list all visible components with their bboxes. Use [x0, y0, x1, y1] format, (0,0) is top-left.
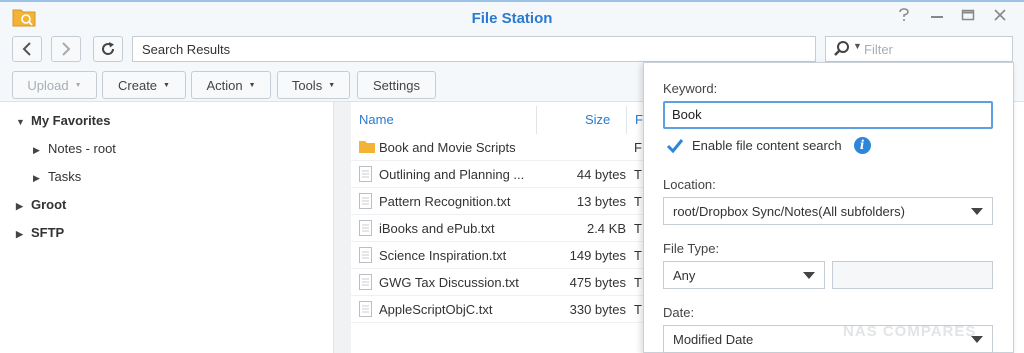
file-icon [359, 247, 372, 266]
sidebar: ▼ My Favorites ▶ Notes - root ▶ Tasks ▶ Groo… [0, 102, 333, 353]
close-icon[interactable] [989, 8, 1011, 28]
search-icon [834, 41, 849, 56]
sidebar-item-label: Groot [31, 197, 67, 212]
table-row[interactable]: Outlining and Planning ... 44 bytes T [351, 161, 643, 188]
upload-button[interactable]: Upload ▼ [12, 71, 97, 99]
file-name: Outlining and Planning ... [379, 167, 525, 182]
action-button[interactable]: Action ▼ [191, 71, 271, 99]
file-size: 13 bytes [576, 194, 626, 209]
sidebar-item-sftp[interactable]: ▶ SFTP [16, 225, 64, 240]
chevron-down-icon[interactable]: ▼ [853, 41, 862, 51]
column-header-type[interactable]: F [635, 106, 643, 134]
checkbox-checked-icon[interactable] [666, 138, 684, 154]
file-size: 2.4 KB [586, 221, 626, 236]
watermark: NAS COMPARES [843, 323, 977, 340]
sidebar-item-label: SFTP [31, 225, 65, 240]
tools-button[interactable]: Tools ▼ [277, 71, 350, 99]
table-row[interactable]: GWG Tax Discussion.txt 475 bytes T [351, 269, 643, 296]
minimize-icon[interactable] [926, 8, 948, 28]
sidebar-item-label: My Favorites [31, 113, 111, 128]
file-icon [359, 274, 372, 293]
chevron-down-icon: ▼ [163, 81, 170, 89]
sidebar-item-notes-root[interactable]: ▶ Notes - root [33, 141, 116, 156]
back-button[interactable] [12, 36, 42, 62]
file-icon [359, 220, 372, 239]
table-row[interactable]: Science Inspiration.txt 149 bytes T [351, 242, 643, 269]
column-header-name[interactable]: Name [359, 106, 394, 134]
window-title: File Station [471, 10, 553, 27]
chevron-left-icon [22, 42, 31, 56]
caret-right-icon: ▶ [16, 229, 23, 239]
file-size: 330 bytes [569, 302, 626, 317]
file-name: Pattern Recognition.txt [379, 194, 511, 209]
date-value: Modified Date [673, 332, 754, 347]
column-header-size[interactable]: Size [585, 106, 610, 134]
refresh-button[interactable] [93, 36, 123, 62]
action-label: Action [206, 77, 243, 93]
settings-label: Settings [373, 77, 420, 93]
forward-button[interactable] [51, 36, 81, 62]
sidebar-item-label: Tasks [48, 169, 82, 184]
file-name: Book and Movie Scripts [379, 140, 516, 155]
caret-down-icon: ▼ [16, 117, 25, 127]
file-name: Science Inspiration.txt [379, 248, 507, 263]
content-search-label: Enable file content search [692, 138, 842, 153]
column-divider [626, 106, 627, 134]
chevron-down-icon: ▼ [74, 81, 82, 89]
caret-right-icon: ▶ [33, 173, 40, 183]
sidebar-item-groot[interactable]: ▶ Groot [16, 197, 66, 212]
file-type-label: File Type: [663, 241, 720, 256]
keyword-label: Keyword: [663, 81, 718, 96]
splitter[interactable] [333, 102, 351, 353]
table-row[interactable]: Book and Movie Scripts F [351, 134, 643, 161]
file-type-select[interactable]: Any [663, 261, 825, 289]
table-row[interactable]: Pattern Recognition.txt 13 bytes T [351, 188, 643, 215]
file-icon [359, 166, 372, 185]
filter-placeholder: Filter [864, 42, 893, 57]
dropdown-arrow-icon [971, 208, 983, 215]
create-label: Create [118, 77, 158, 93]
upload-label: Upload [27, 77, 69, 93]
file-name: AppleScriptObjC.txt [379, 302, 493, 317]
file-name: iBooks and ePub.txt [379, 221, 495, 236]
table-row[interactable]: AppleScriptObjC.txt 330 bytes T [351, 296, 643, 323]
chevron-right-icon [62, 42, 71, 56]
advanced-search-panel: Keyword: Book Enable file content search… [643, 62, 1014, 353]
keyword-input[interactable]: Book [663, 101, 993, 129]
date-label: Date: [663, 305, 695, 320]
chevron-down-icon: ▼ [328, 81, 336, 89]
location-label: Location: [663, 177, 716, 192]
maximize-icon[interactable] [957, 8, 979, 28]
sidebar-item-tasks[interactable]: ▶ Tasks [33, 169, 81, 184]
dropdown-arrow-icon [803, 272, 815, 279]
info-icon[interactable]: i [853, 137, 871, 154]
tools-label: Tools [291, 77, 323, 93]
table-row[interactable]: iBooks and ePub.txt 2.4 KB T [351, 215, 643, 242]
filter-search-box[interactable]: ▼ Filter [825, 36, 1013, 62]
help-icon[interactable] [893, 8, 915, 28]
sidebar-item-label: Notes - root [48, 141, 116, 156]
path-field[interactable]: Search Results [132, 36, 816, 62]
column-divider [536, 106, 537, 134]
content-search-option[interactable]: Enable file content search i [666, 137, 871, 154]
file-size: 149 bytes [569, 248, 626, 263]
file-type-value: Any [673, 268, 696, 283]
caret-right-icon: ▶ [33, 145, 40, 155]
refresh-icon [102, 42, 115, 55]
folder-icon [359, 139, 375, 156]
file-extension-input[interactable] [832, 261, 993, 289]
sidebar-item-my-favorites[interactable]: ▼ My Favorites [16, 113, 110, 128]
create-button[interactable]: Create ▼ [102, 71, 186, 99]
file-icon [359, 301, 372, 320]
file-size: 475 bytes [569, 275, 626, 290]
file-icon [359, 193, 372, 212]
file-size: 44 bytes [576, 167, 626, 182]
title-bar: File Station [0, 0, 1024, 34]
location-select[interactable]: root/Dropbox Sync/Notes(All subfolders) [663, 197, 993, 225]
chevron-down-icon: ▼ [248, 81, 256, 89]
caret-right-icon: ▶ [16, 201, 23, 211]
file-name: GWG Tax Discussion.txt [379, 275, 519, 290]
settings-button[interactable]: Settings [357, 71, 436, 99]
location-value: root/Dropbox Sync/Notes(All subfolders) [673, 204, 905, 219]
